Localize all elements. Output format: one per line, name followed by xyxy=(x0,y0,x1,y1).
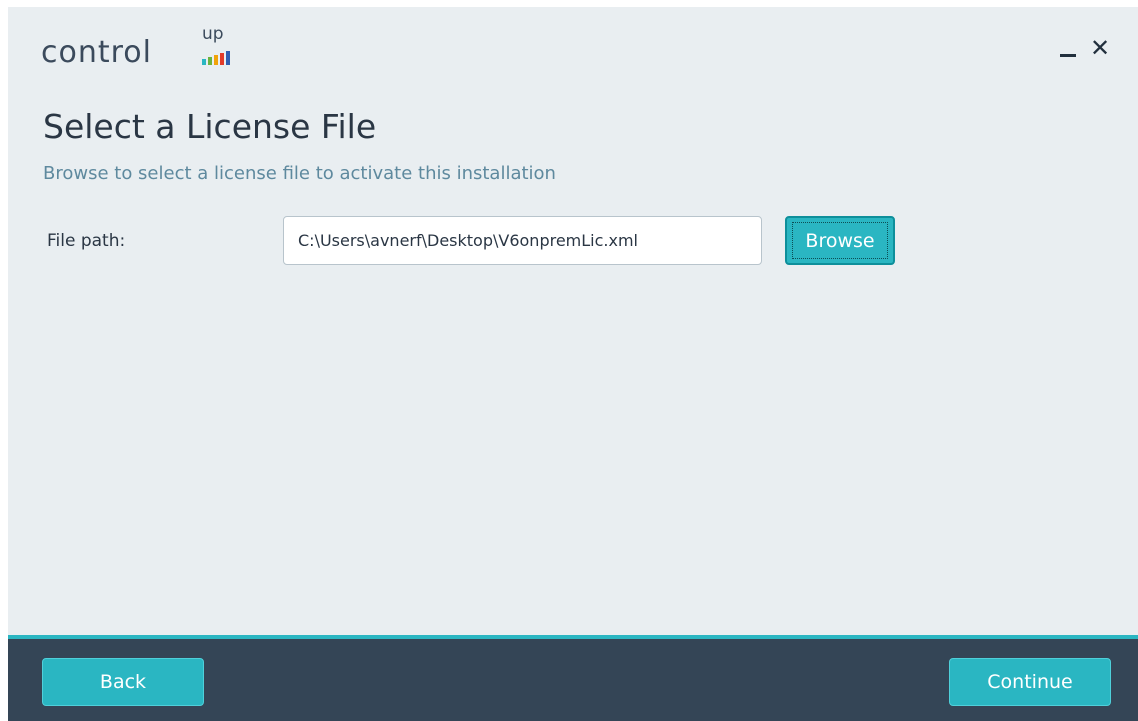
page-subtitle: Browse to select a license file to activ… xyxy=(43,163,556,184)
browse-button[interactable]: Browse xyxy=(785,216,895,265)
browse-button-label: Browse xyxy=(792,222,888,259)
footer-bar: Back Continue xyxy=(8,635,1138,721)
minimize-button[interactable] xyxy=(1056,33,1080,63)
logo-bar xyxy=(214,55,218,65)
close-button[interactable]: ✕ xyxy=(1088,33,1112,63)
minimize-icon xyxy=(1060,54,1076,57)
page-title: Select a License File xyxy=(43,107,377,146)
window-controls: ✕ xyxy=(1056,33,1112,63)
installer-window: control up ✕ Select a License File Brows… xyxy=(8,7,1138,721)
logo-word: control xyxy=(41,35,152,70)
file-path-input[interactable] xyxy=(283,216,762,265)
file-path-label: File path: xyxy=(47,231,126,251)
logo-bar xyxy=(208,57,212,65)
continue-button[interactable]: Continue xyxy=(949,658,1111,706)
logo-bar xyxy=(220,53,224,65)
logo-up: up xyxy=(202,24,224,44)
logo-bar xyxy=(226,51,230,65)
controlup-logo: control up xyxy=(41,24,261,73)
logo-bars-icon xyxy=(202,51,233,65)
logo-bar xyxy=(202,59,206,65)
close-icon: ✕ xyxy=(1089,34,1111,62)
back-button[interactable]: Back xyxy=(42,658,204,706)
